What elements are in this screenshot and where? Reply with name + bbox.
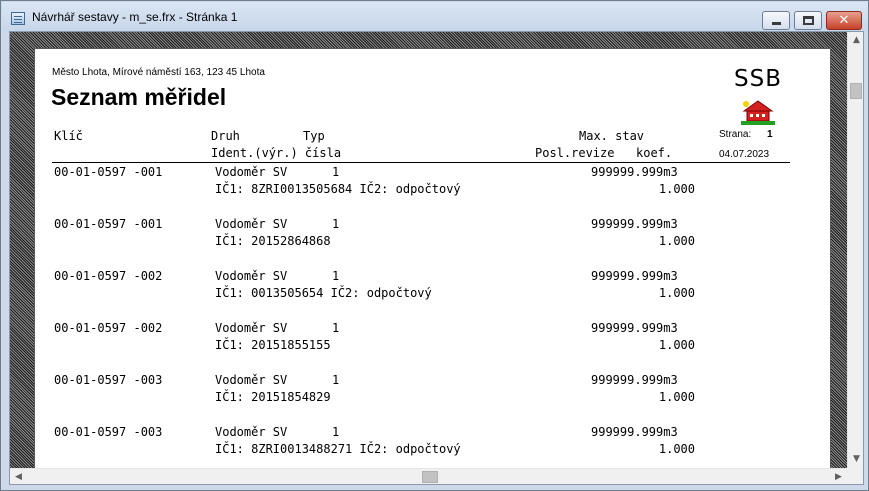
report-page: Město Lhota, Mírové náměstí 163, 123 45 … [35,49,830,468]
row-type: 1 [332,373,340,387]
row-key: 00-01-0597 -001 [54,165,163,179]
close-icon: ✕ [838,13,850,28]
header-type: Typ [303,129,325,143]
row-kind: Vodoměr SV [215,217,288,231]
header-ident: Ident.(výr.) čísla [211,146,342,160]
row-key: 00-01-0597 -003 [54,425,163,439]
row-coef: 1.000 [658,338,695,352]
row-coef: 1.000 [658,234,695,248]
row-kind: Vodoměr SV [215,425,288,439]
row-coef: 1.000 [658,286,695,300]
row-type: 1 [332,425,340,439]
logo-text: SSB [734,66,782,92]
company-address: Město Lhota, Mírové náměstí 163, 123 45 … [52,67,265,78]
row-ident: IČ1: 0013505654 IČ2: odpočtový [215,286,432,300]
window-title: Návrhář sestavy - m_se.frx - Stránka 1 [32,10,238,24]
report-date: 04.07.2023 [719,149,770,160]
row-key: 00-01-0597 -003 [54,373,163,387]
size-grip[interactable] [847,468,863,484]
row-max-state: 999999.999m3 [591,217,678,231]
row-type: 1 [332,321,340,335]
row-kind: Vodoměr SV [215,165,288,179]
row-max-state: 999999.999m3 [591,373,678,387]
header-key: Klíč [54,129,83,143]
report-title: Seznam měřidel [51,84,227,110]
row-ident: IČ1: 20151855155 [215,338,331,352]
horizontal-scrollbar[interactable]: ◀ ▶ [10,468,847,484]
row-ident: IČ1: 8ZRI0013488271 IČ2: odpočtový [215,442,461,456]
row-kind: Vodoměr SV [215,269,288,283]
minimize-button[interactable] [762,11,790,30]
close-button[interactable]: ✕ [826,11,862,30]
page-number: 1 [767,129,773,140]
maximize-button[interactable] [794,11,822,30]
page-label: Strana: [719,129,752,140]
row-key: 00-01-0597 -001 [54,217,163,231]
vertical-scroll-thumb[interactable] [850,83,862,99]
row-type: 1 [332,217,340,231]
header-max-state: Max. stav [579,129,645,143]
preview-canvas[interactable]: Město Lhota, Mírové náměstí 163, 123 45 … [10,32,847,468]
header-coef: koef. [636,146,673,160]
header-last-revision: Posl.revize [535,146,615,160]
row-coef: 1.000 [658,182,695,196]
report-preview-area: Město Lhota, Mírové náměstí 163, 123 45 … [9,31,864,485]
horizontal-scroll-thumb[interactable] [422,471,438,483]
row-coef: 1.000 [658,390,695,404]
row-key: 00-01-0597 -002 [54,321,163,335]
vertical-scrollbar[interactable]: ▲ ▼ [847,32,863,468]
scroll-right-icon[interactable]: ▶ [830,469,847,484]
scroll-up-icon[interactable]: ▲ [848,32,863,49]
row-max-state: 999999.999m3 [591,321,678,335]
header-kind: Druh [211,129,240,143]
row-max-state: 999999.999m3 [591,165,678,179]
scroll-down-icon[interactable]: ▼ [848,451,863,468]
row-max-state: 999999.999m3 [591,425,678,439]
row-type: 1 [332,269,340,283]
report-app-icon [11,12,25,25]
row-coef: 1.000 [658,442,695,456]
row-max-state: 999999.999m3 [591,269,678,283]
row-kind: Vodoměr SV [215,321,288,335]
title-bar[interactable]: Návrhář sestavy - m_se.frx - Stránka 1 ✕ [2,2,868,31]
row-ident: IČ1: 8ZRI0013505684 IČ2: odpočtový [215,182,461,196]
report-designer-window: Návrhář sestavy - m_se.frx - Stránka 1 ✕… [0,0,869,491]
minimize-icon [772,22,781,25]
row-key: 00-01-0597 -002 [54,269,163,283]
maximize-icon [803,16,814,25]
row-ident: IČ1: 20152864868 [215,234,331,248]
scroll-left-icon[interactable]: ◀ [10,469,27,484]
row-ident: IČ1: 20151854829 [215,390,331,404]
header-divider [52,162,790,163]
row-type: 1 [332,165,340,179]
row-kind: Vodoměr SV [215,373,288,387]
house-logo-icon [741,100,775,125]
